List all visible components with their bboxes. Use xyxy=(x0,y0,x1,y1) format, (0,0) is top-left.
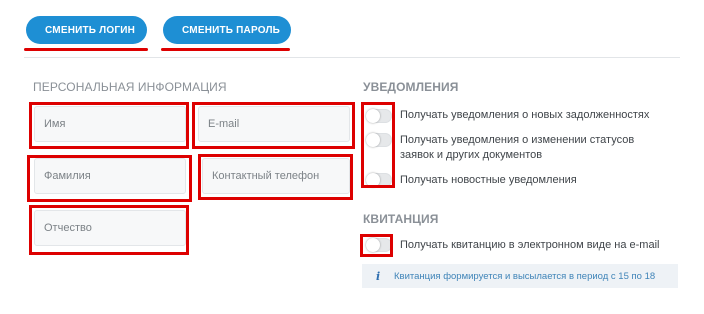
email-receipt-label: Получать квитанцию в электронном виде на… xyxy=(400,239,660,251)
status-notifications-line1: Получать уведомления о изменении статусо… xyxy=(400,134,635,146)
toggle-knob xyxy=(366,238,380,252)
last-name-field[interactable]: Фамилия xyxy=(34,158,186,194)
first-name-field[interactable]: Имя xyxy=(34,106,186,142)
toggle-knob xyxy=(366,173,380,187)
phone-placeholder: Контактный телефон xyxy=(212,170,320,182)
receipt-title: КВИТАНЦИЯ xyxy=(363,212,439,226)
debt-notifications-label: Получать уведомления о новых задолженнос… xyxy=(400,108,649,123)
debt-notifications-text: Получать уведомления о новых задолженнос… xyxy=(400,109,650,121)
last-name-placeholder: Фамилия xyxy=(44,170,91,182)
receipt-info-text: Квитанция формируется и высылается в пер… xyxy=(394,270,656,282)
change-login-highlight xyxy=(24,48,148,51)
info-icon: i xyxy=(376,269,381,283)
phone-field[interactable]: Контактный телефон xyxy=(202,158,350,194)
email-field[interactable]: E-mail xyxy=(198,106,350,142)
change-password-button[interactable]: СМЕНИТЬ ПАРОЛЬ xyxy=(163,16,291,44)
personal-info-title: ПЕРСОНАЛЬНАЯ ИНФОРМАЦИЯ xyxy=(33,80,227,94)
patronymic-placeholder: Отчество xyxy=(44,222,92,234)
change-login-label: СМЕНИТЬ ЛОГИН xyxy=(45,24,136,36)
email-placeholder: E-mail xyxy=(208,118,240,130)
status-notifications-label: Получать уведомления о изменении статусо… xyxy=(400,133,634,163)
change-login-button[interactable]: СМЕНИТЬ ЛОГИН xyxy=(26,16,147,44)
header-divider xyxy=(24,57,680,58)
news-notifications-text: Получать новостные уведомления xyxy=(400,174,577,186)
receipt-info-box: i Квитанция формируется и высылается в п… xyxy=(362,264,678,288)
debt-notifications-toggle[interactable] xyxy=(366,109,392,123)
change-password-highlight xyxy=(161,48,290,51)
toggle-knob xyxy=(366,109,380,123)
email-receipt-toggle[interactable] xyxy=(366,238,392,252)
notifications-title: УВЕДОМЛЕНИЯ xyxy=(363,80,459,94)
status-notifications-line2: заявок и других документов xyxy=(400,149,543,161)
first-name-placeholder: Имя xyxy=(44,118,66,130)
toggle-knob xyxy=(366,133,380,147)
change-password-label: СМЕНИТЬ ПАРОЛЬ xyxy=(182,24,281,36)
news-notifications-toggle[interactable] xyxy=(366,173,392,187)
patronymic-field[interactable]: Отчество xyxy=(34,210,186,246)
news-notifications-label: Получать новостные уведомления xyxy=(400,173,577,188)
status-notifications-toggle[interactable] xyxy=(366,133,392,147)
